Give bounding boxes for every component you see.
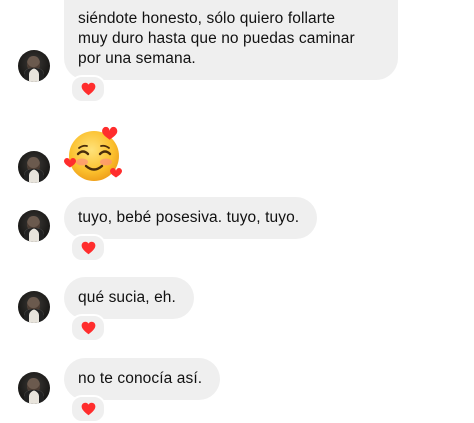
reaction-badge[interactable] <box>70 75 106 103</box>
avatar[interactable] <box>18 372 50 404</box>
red-heart-icon <box>81 402 95 416</box>
avatar[interactable] <box>18 210 50 242</box>
reaction-badge[interactable] <box>70 395 106 423</box>
avatar[interactable] <box>18 291 50 323</box>
red-heart-icon <box>81 241 95 255</box>
smiling-face-with-hearts-icon <box>64 126 122 181</box>
message-text: tuyo, bebé posesiva. tuyo, tuyo. <box>78 209 300 226</box>
emoji-message[interactable] <box>64 124 126 186</box>
red-heart-icon <box>81 82 95 96</box>
reaction-badge[interactable] <box>70 314 106 342</box>
message-bubble[interactable]: no te conocía así. <box>64 358 221 400</box>
avatar[interactable] <box>18 50 50 82</box>
reaction-badge[interactable] <box>70 234 106 262</box>
message-bubble[interactable]: tuyo, bebé posesiva. tuyo, tuyo. <box>64 197 318 239</box>
red-heart-icon <box>81 321 95 335</box>
message-text-line: muy duro hasta que no puedas caminar <box>78 30 355 47</box>
message-text: no te conocía así. <box>78 370 203 387</box>
message-text: qué sucia, eh. <box>78 289 176 306</box>
message-bubble[interactable]: qué sucia, eh. <box>64 277 194 319</box>
message-text-line: por una semana. <box>78 50 196 67</box>
message-thread: siéndote honesto, sólo quiero follarte m… <box>0 0 474 423</box>
message-text-line: siéndote honesto, sólo quiero follarte <box>78 10 336 27</box>
message-bubble[interactable]: siéndote honesto, sólo quiero follarte m… <box>64 0 398 80</box>
avatar[interactable] <box>18 151 50 183</box>
